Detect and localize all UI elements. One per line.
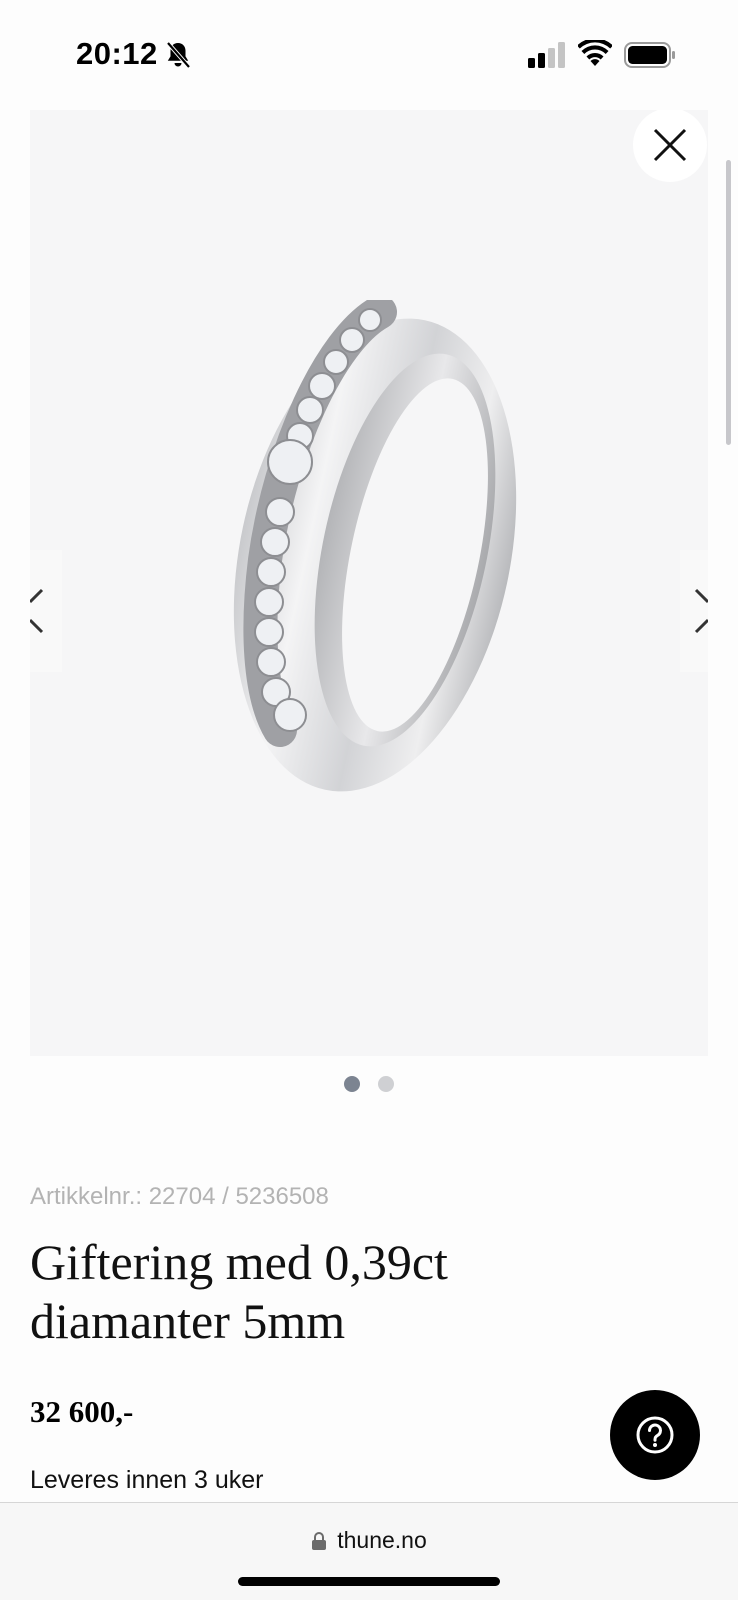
battery-icon (624, 42, 675, 68)
article-number-value: 22704 / 5236508 (148, 1183, 329, 1210)
close-gallery-button[interactable] (633, 110, 707, 182)
status-bar: 20:12 (0, 0, 738, 110)
cellular-signal-icon (528, 42, 565, 68)
product-title: Giftering med 0,39ct diamanter 5mm (30, 1233, 630, 1351)
product-image (233, 300, 517, 792)
article-number-label: Artikkelnr.: (30, 1183, 143, 1210)
lock-icon (312, 1531, 327, 1550)
wifi-icon (578, 40, 612, 66)
bell-slash-icon (166, 41, 191, 69)
help-button[interactable] (610, 1390, 700, 1480)
status-time: 20:12 (76, 36, 158, 71)
url-display[interactable]: thune.no (0, 1527, 738, 1554)
product-title-line-1: Giftering med 0,39ct (30, 1234, 448, 1290)
product-title-line-2: diamanter 5mm (30, 1293, 346, 1349)
next-image-button[interactable] (680, 550, 708, 672)
url-text: thune.no (337, 1527, 427, 1553)
chevron-right-icon (694, 588, 708, 634)
pagination-dot[interactable] (344, 1076, 360, 1092)
browser-address-bar[interactable]: thune.no (0, 1502, 738, 1600)
close-icon (653, 128, 687, 162)
product-image-gallery[interactable] (30, 110, 708, 1056)
delivery-info: Leveres innen 3 uker (30, 1466, 264, 1494)
chevron-left-icon (30, 588, 44, 634)
page-scrollbar[interactable] (726, 160, 731, 445)
previous-image-button[interactable] (30, 550, 62, 672)
product-price: 32 600,- (30, 1394, 134, 1429)
home-indicator[interactable] (238, 1577, 500, 1586)
pagination-dot[interactable] (378, 1076, 394, 1092)
gallery-pagination (0, 1076, 738, 1096)
question-circle-icon (636, 1416, 674, 1454)
article-number: Artikkelnr.: 22704 / 5236508 (30, 1183, 329, 1211)
